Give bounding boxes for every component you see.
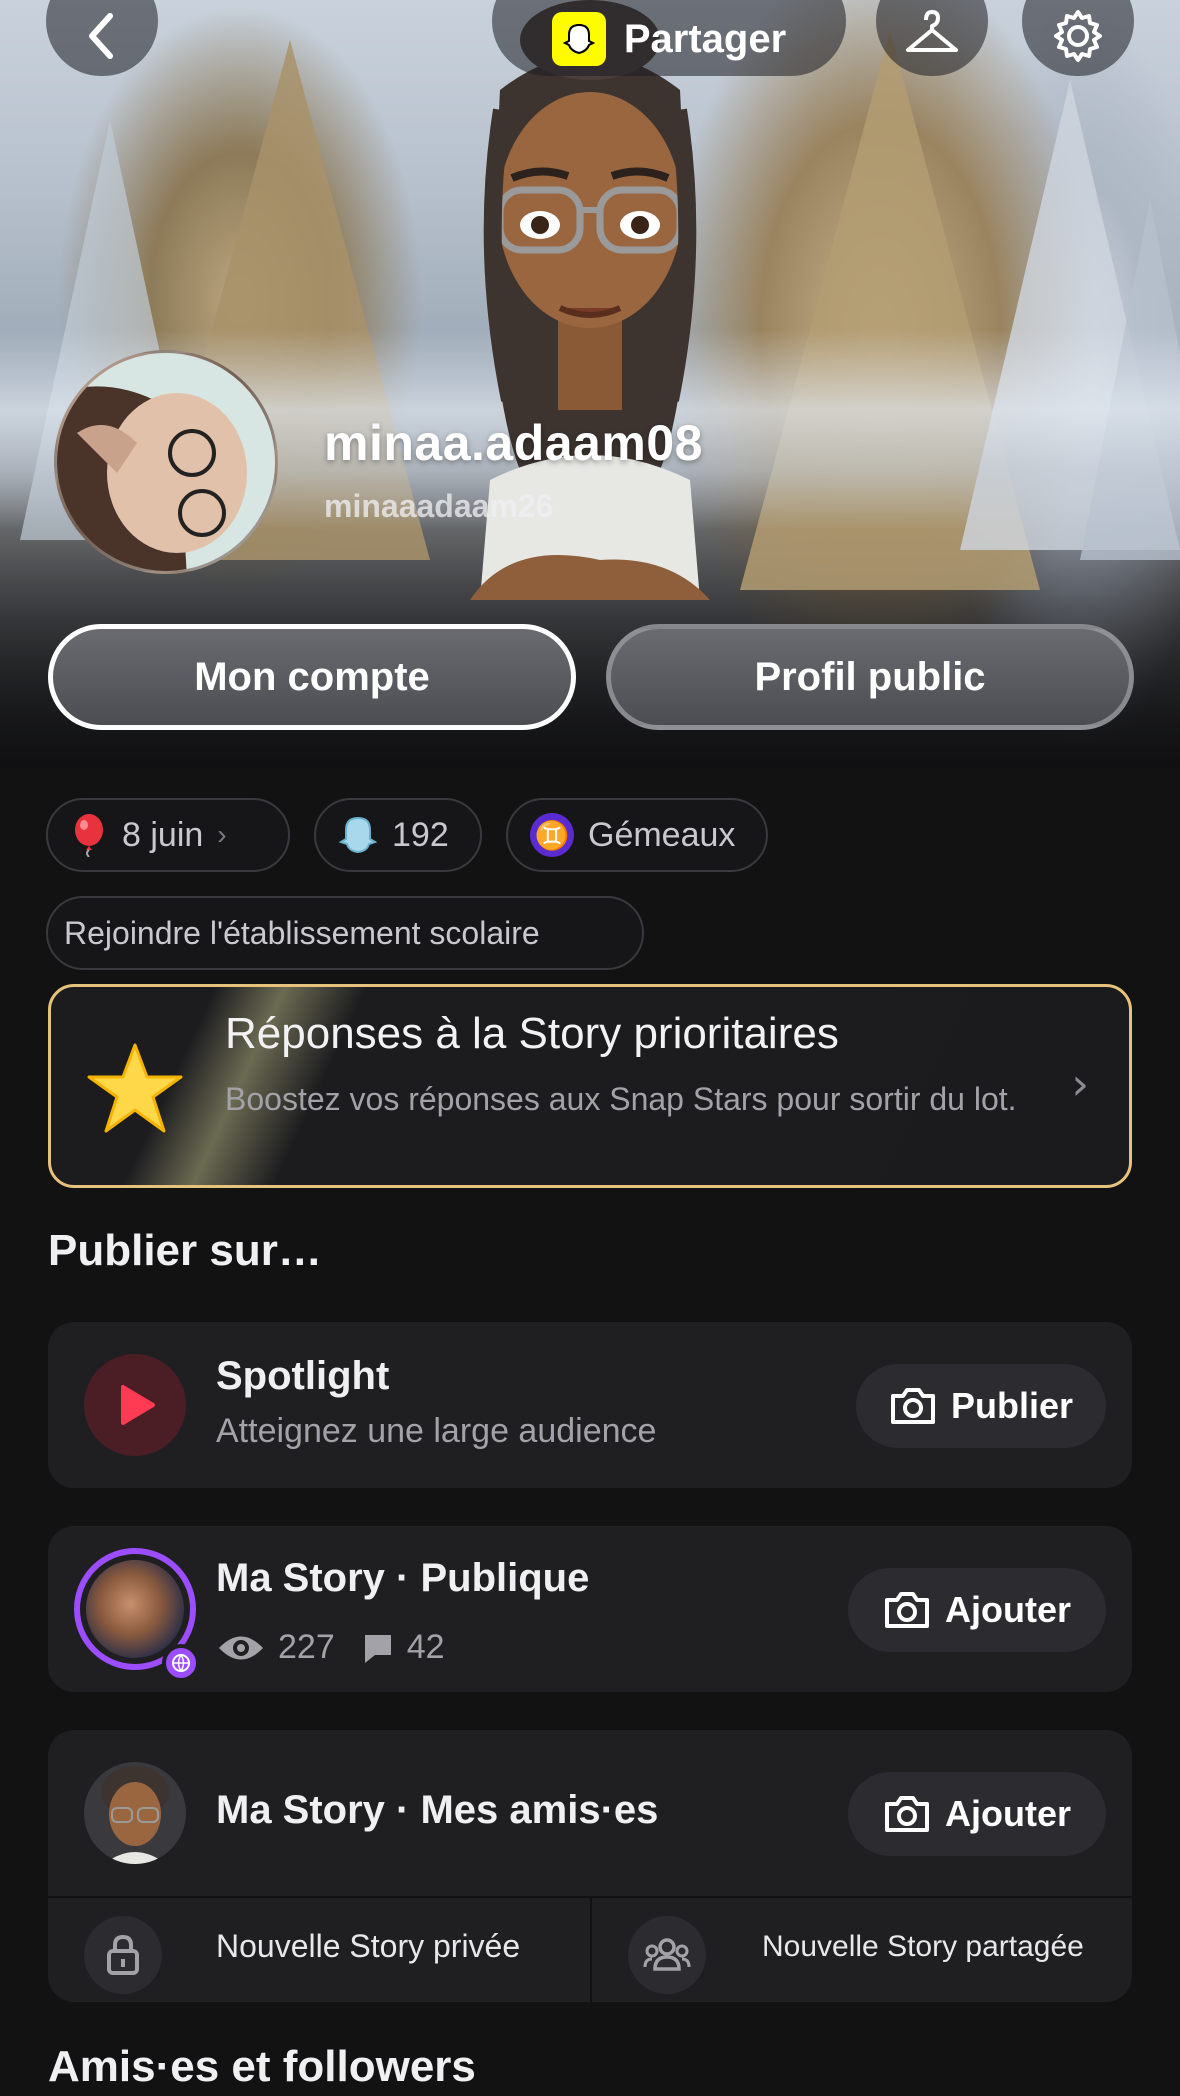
camera-icon [890,1388,935,1424]
bitmoji-thumbnail [84,1762,186,1864]
spotlight-row[interactable]: Spotlight Atteignez une large audience P… [48,1322,1132,1488]
views-count: 227 [278,1628,335,1666]
public-story-row[interactable]: Ma Story · Publique 227 42 Ajouter [48,1526,1132,1692]
priority-title: Réponses à la Story prioritaires [225,1009,839,1058]
school-chip[interactable]: Rejoindre l'établissement scolaire [46,896,644,970]
new-private-story-button[interactable]: Nouvelle Story privée [48,1898,590,2004]
share-button[interactable]: Partager [492,0,846,76]
globe-badge-icon [162,1644,200,1682]
back-button[interactable] [46,0,158,76]
username: minaaadaam26 [324,488,554,524]
replies-count: 42 [406,1628,445,1666]
snapcode-icon [551,12,606,66]
priority-replies-card[interactable]: Réponses à la Story prioritaires Boostez… [48,984,1132,1188]
eye-icon [219,1636,263,1659]
spotlight-publish-label: Publier [950,1385,1074,1426]
new-story-options: Nouvelle Story privée Nouvelle Story par… [48,1896,1132,2004]
camera-icon [885,1796,929,1832]
display-name: minaa.adaam08 [324,415,703,471]
public-story-title: Ma Story · Publique [216,1556,590,1600]
snapscore-chip[interactable]: 192 [314,798,482,872]
my-account-button[interactable]: Mon compte [48,624,576,730]
friends-story-row[interactable]: Ma Story · Mes amis·es Ajouter [48,1730,1132,1896]
share-label: Partager [623,16,787,61]
friends-story-add-button[interactable]: Ajouter [848,1772,1106,1856]
spotlight-title: Spotlight [216,1354,390,1398]
birthday-chip[interactable]: 8 juin › [46,798,290,872]
chevron-right-icon: › [217,819,227,850]
profile-hero: Partager minaa.adaam08 minaaadaam26 Mon … [0,0,1180,768]
publish-section-title: Publier sur… [48,1226,322,1275]
public-profile-button[interactable]: Profil public [606,624,1134,730]
new-private-story-label: Nouvelle Story privée [216,1928,521,1964]
star-icon [87,1043,183,1133]
profile-photo-image [57,353,275,571]
friends-story-card: Ma Story · Mes amis·es Ajouter Nouvelle … [48,1730,1132,2004]
friends-followers-title: Amis·es et followers [48,2042,476,2091]
public-story-stats: 227 42 [216,1628,445,1667]
public-story-add-label: Ajouter [945,1589,1071,1630]
gemini-icon: ♊ [530,813,574,857]
hanger-icon [906,10,958,52]
birthday-label: 8 juin [122,815,204,854]
spotlight-subtitle: Atteignez une large audience [216,1412,657,1450]
lock-icon [84,1916,162,1994]
ghost-icon [338,816,378,854]
spotlight-publish-button[interactable]: Publier [856,1364,1106,1448]
balloon-icon [75,814,103,857]
friends-story-title: Ma Story · Mes amis·es [216,1788,659,1832]
priority-description: Boostez vos réponses aux Snap Stars pour… [225,1081,1017,1117]
group-icon [628,1916,706,1994]
chevron-right-icon: › [1071,1059,1089,1110]
camera-icon [885,1592,929,1628]
profile-photo[interactable] [54,350,278,574]
public-story-add-button[interactable]: Ajouter [848,1568,1106,1652]
spotlight-icon [84,1354,186,1456]
chevron-left-icon [89,13,113,59]
friends-story-add-label: Ajouter [945,1793,1071,1834]
school-label: Rejoindre l'établissement scolaire [64,914,540,951]
reply-icon [364,1634,391,1663]
new-shared-story-button[interactable]: Nouvelle Story partagée [590,1898,1132,2004]
new-shared-story-label: Nouvelle Story partagée [762,1930,1084,1963]
gear-icon [1054,10,1102,62]
zodiac-chip[interactable]: ♊ Gémeaux [506,798,768,872]
zodiac-label: Gémeaux [588,815,736,854]
snapscore-value: 192 [392,815,449,854]
